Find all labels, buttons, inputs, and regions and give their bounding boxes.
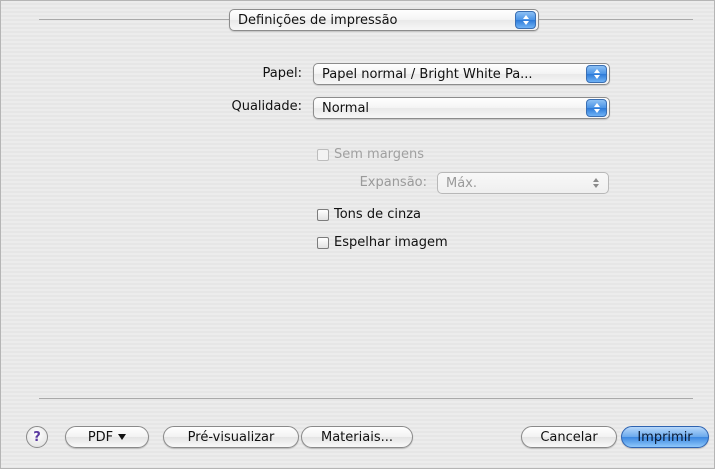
- supplies-label: Materiais...: [321, 429, 393, 445]
- mirror-checkbox[interactable]: [317, 236, 329, 249]
- expansion-popup: Máx.: [437, 172, 609, 194]
- panel-selector-popup[interactable]: Definições de impressão: [229, 9, 539, 31]
- mirror-label: Espelhar imagem: [334, 235, 448, 250]
- cancel-button[interactable]: Cancelar: [521, 426, 617, 448]
- borderless-checkbox-row: Sem margens: [317, 147, 424, 162]
- quality-label: Qualidade:: [231, 99, 302, 114]
- pdf-label: PDF: [87, 429, 114, 445]
- paper-value: Papel normal / Bright White Pa...: [322, 66, 533, 82]
- paper-popup[interactable]: Papel normal / Bright White Pa...: [313, 63, 610, 85]
- caret-down-icon: [118, 434, 127, 440]
- cancel-label: Cancelar: [540, 429, 598, 445]
- help-button[interactable]: ?: [26, 426, 48, 448]
- pdf-button[interactable]: PDF: [65, 426, 149, 448]
- top-separator-right: [539, 19, 693, 20]
- paper-label: Papel:: [262, 66, 302, 81]
- up-down-arrows-icon: [586, 65, 607, 83]
- up-down-arrows-icon: [515, 11, 536, 29]
- print-settings-window: Definições de impressão Papel: Papel nor…: [0, 0, 715, 469]
- grayscale-checkbox-row[interactable]: Tons de cinza: [317, 207, 421, 222]
- print-button[interactable]: Imprimir: [621, 426, 709, 448]
- preview-label: Pré-visualizar: [187, 429, 275, 445]
- expansion-value: Máx.: [446, 175, 478, 191]
- quality-value: Normal: [322, 100, 370, 116]
- up-down-arrows-icon: [585, 174, 606, 192]
- preview-button[interactable]: Pré-visualizar: [163, 426, 299, 448]
- expansion-label: Expansão:: [359, 175, 427, 190]
- grayscale-label: Tons de cinza: [334, 207, 422, 222]
- mirror-checkbox-row[interactable]: Espelhar imagem: [317, 235, 448, 250]
- borderless-label: Sem margens: [334, 147, 425, 162]
- print-label: Imprimir: [637, 429, 693, 445]
- top-separator-left: [39, 19, 229, 20]
- borderless-checkbox: [317, 148, 329, 161]
- up-down-arrows-icon: [586, 99, 607, 117]
- question-mark-icon: ?: [33, 429, 41, 445]
- quality-popup[interactable]: Normal: [313, 97, 610, 119]
- bottom-separator: [39, 398, 693, 399]
- panel-selector-label: Definições de impressão: [238, 12, 398, 28]
- grayscale-checkbox[interactable]: [317, 208, 329, 221]
- supplies-button[interactable]: Materiais...: [301, 426, 413, 448]
